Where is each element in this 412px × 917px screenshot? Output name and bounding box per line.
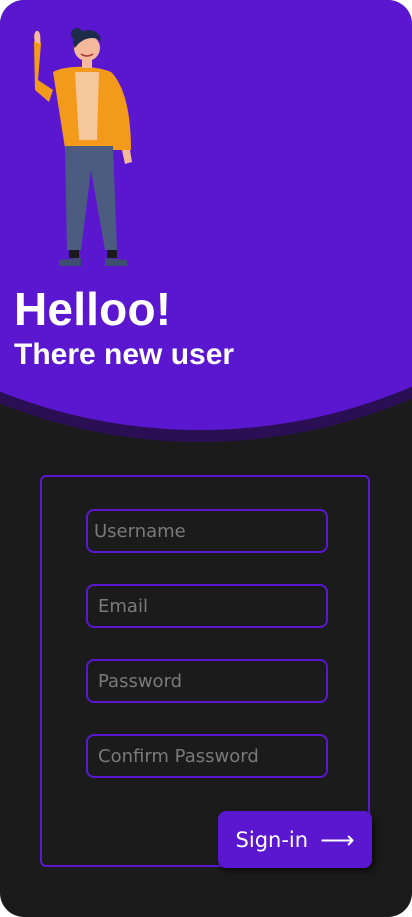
page-title: Helloo! [14,283,172,335]
arrow-right-icon: ⟶ [320,825,355,854]
email-input[interactable] [86,584,328,628]
password-input[interactable] [86,659,328,703]
page-subtitle: There new user [14,338,235,371]
signup-screen: Helloo! There new user Sign-in ⟶ [0,0,412,917]
signup-form [40,475,370,867]
signin-button[interactable]: Sign-in ⟶ [218,811,372,868]
waving-person-illustration [34,28,132,266]
confirm-password-input[interactable] [86,734,328,778]
signin-button-label: Sign-in [235,827,309,852]
username-input[interactable] [86,509,328,553]
